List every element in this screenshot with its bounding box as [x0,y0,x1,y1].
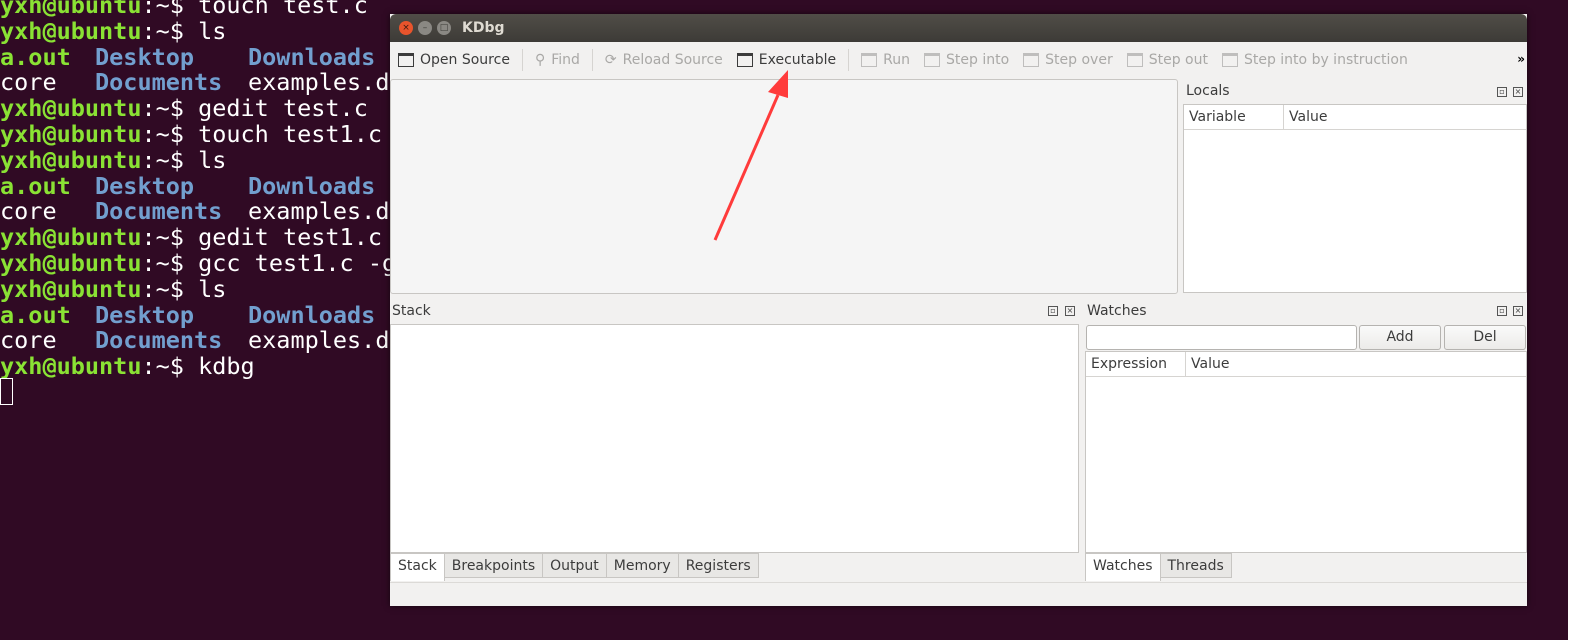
arrow-head [768,70,788,98]
arrow-shaft [713,94,780,241]
annotation-arrow [713,70,788,241]
